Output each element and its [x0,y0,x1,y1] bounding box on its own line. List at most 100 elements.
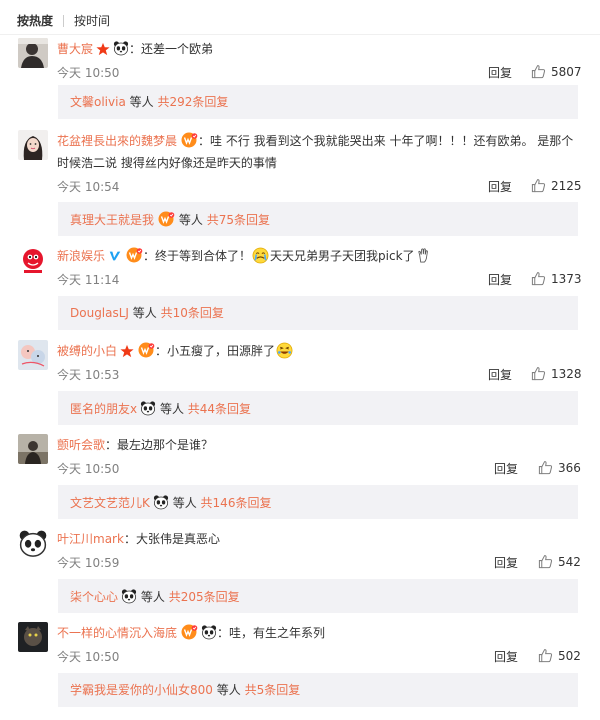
sub-reply-total[interactable]: 共44条回复 [188,402,251,416]
comment-text: 被缚的小白 ：小五瘦了，田源胖了 [57,340,580,362]
sub-reply-others: 等人 [132,306,157,320]
avatar[interactable] [18,340,48,370]
sub-replies[interactable]: 文艺文艺范儿K 等人 共146条回复 [58,485,578,519]
sub-reply-total[interactable]: 共146条回复 [201,496,272,510]
comment-time: 今天 10:53 [57,368,120,382]
verified-icon [108,249,122,263]
avatar[interactable] [18,622,48,652]
like-count: 1373 [551,271,582,286]
sort-tabs: 按热度 按时间 [17,12,110,30]
sub-reply-total[interactable]: 共205条回复 [169,590,240,604]
like-button[interactable]: 2125 [531,178,582,193]
comment-time: 今天 10:50 [57,66,120,80]
comment-content: ：哇，有生之年系列 [217,626,326,640]
sub-reply-total[interactable]: 共75条回复 [207,213,270,227]
comment-content: ：大张伟是真恶心 [123,532,220,546]
thumbs-up-icon [538,460,558,475]
comment-username[interactable]: 被缚的小白 [57,344,117,358]
comment-username[interactable]: 花盆裡長出來的魏梦晨 [57,134,177,148]
sub-replies[interactable]: DouglasLJ 等人 共10条回复 [58,296,578,330]
vip-badge-icon [157,211,175,227]
comment-time: 今天 10:54 [57,180,120,194]
thumbs-up-icon [538,648,558,663]
avatar[interactable] [18,130,48,160]
thumbs-up-icon [531,366,551,381]
sub-replies[interactable]: 真理大王就是我 等人 共75条回复 [58,202,578,236]
reply-button[interactable]: 回复 [488,178,512,195]
panda-icon [140,400,156,416]
sub-reply-user[interactable]: 文艺文艺范儿K [70,496,150,510]
tab-by-time[interactable]: 按时间 [74,12,110,30]
thumbs-up-icon [531,64,551,79]
panda-icon [113,40,129,56]
like-button[interactable]: 1328 [531,366,582,381]
vip-badge-icon [125,247,143,263]
sub-replies[interactable]: 匿名的朋友x 等人 共44条回复 [58,391,578,425]
comment-text: 不一样的心情沉入海底 ：哇，有生之年系列 [57,622,580,644]
avatar[interactable] [18,245,48,275]
comment-text: 花盆裡長出來的魏梦晨 ：哇 不行 我看到这个我就能哭出来 十年了啊！！！还有欧弟。… [57,130,580,174]
hand-emoji-icon [416,247,431,264]
comment-username[interactable]: 叶江川mark [57,532,124,546]
thumbs-up-icon [531,271,551,286]
panda-icon [201,624,217,640]
comment-time: 今天 10:50 [57,650,120,664]
sub-reply-user[interactable]: 匿名的朋友x [70,402,137,416]
like-button[interactable]: 542 [538,554,581,569]
sub-replies[interactable]: 学霸我是爱你的小仙女800 等人 共5条回复 [58,673,578,707]
reply-button[interactable]: 回复 [488,366,512,383]
tab-separator [63,15,65,27]
reply-button[interactable]: 回复 [494,460,518,477]
comment-content: ：小五瘦了，田源胖了 [155,344,276,358]
like-button[interactable]: 5807 [531,64,582,79]
comment-username[interactable]: 新浪娱乐 [57,249,105,263]
reply-button[interactable]: 回复 [488,271,512,288]
like-button[interactable]: 1373 [531,271,582,286]
avatar[interactable] [18,38,48,68]
sub-reply-user[interactable]: 学霸我是爱你的小仙女800 [70,683,213,697]
comment-content-continued: 天天兄弟男子天团我pick了 [270,249,415,263]
sub-replies[interactable]: 文馨olivia 等人 共292条回复 [58,85,578,119]
laughing-emoji-icon [276,342,293,359]
comment-username[interactable]: 颤听会歌 [57,438,105,452]
avatar[interactable] [18,528,48,558]
comment-time: 今天 10:59 [57,556,120,570]
comment-text: 叶江川mark：大张伟是真恶心 [57,528,580,550]
comment-time: 今天 11:14 [57,273,120,287]
vip-badge-icon [180,132,198,148]
comment-username[interactable]: 曹大宸 [57,42,93,56]
panda-icon [121,588,137,604]
like-count: 1328 [551,366,582,381]
like-count: 2125 [551,178,582,193]
star-icon [120,344,134,358]
comment-text: 颤听会歌：最左边那个是谁？ [57,434,580,456]
thumbs-up-icon [531,178,551,193]
avatar[interactable] [18,434,48,464]
sub-reply-others: 等人 [159,402,184,416]
sub-reply-total[interactable]: 共10条回复 [161,306,224,320]
sub-reply-others: 等人 [178,213,203,227]
sub-reply-user[interactable]: 柒个心心 [70,590,118,604]
like-count: 542 [558,554,581,569]
reply-button[interactable]: 回复 [494,648,518,665]
sub-reply-user[interactable]: 文馨olivia [70,95,126,109]
sub-reply-total[interactable]: 共5条回复 [245,683,301,697]
like-count: 502 [558,648,581,663]
reply-button[interactable]: 回复 [488,64,512,81]
reply-button[interactable]: 回复 [494,554,518,571]
tab-by-popularity[interactable]: 按热度 [17,12,53,30]
like-count: 5807 [551,64,582,79]
like-button[interactable]: 502 [538,648,581,663]
sub-replies[interactable]: 柒个心心 等人 共205条回复 [58,579,578,613]
vip-badge-icon [180,624,198,640]
sub-reply-user[interactable]: 真理大王就是我 [70,213,154,227]
star-icon [96,42,110,56]
comment-username[interactable]: 不一样的心情沉入海底 [57,626,177,640]
tabs-divider [0,34,600,35]
panda-icon [153,494,169,510]
like-button[interactable]: 366 [538,460,581,475]
comment-content: ：还差一个欧弟 [129,42,214,56]
comment-content: ：最左边那个是谁？ [105,438,214,452]
sub-reply-user[interactable]: DouglasLJ [70,306,129,320]
sub-reply-total[interactable]: 共292条回复 [157,95,228,109]
